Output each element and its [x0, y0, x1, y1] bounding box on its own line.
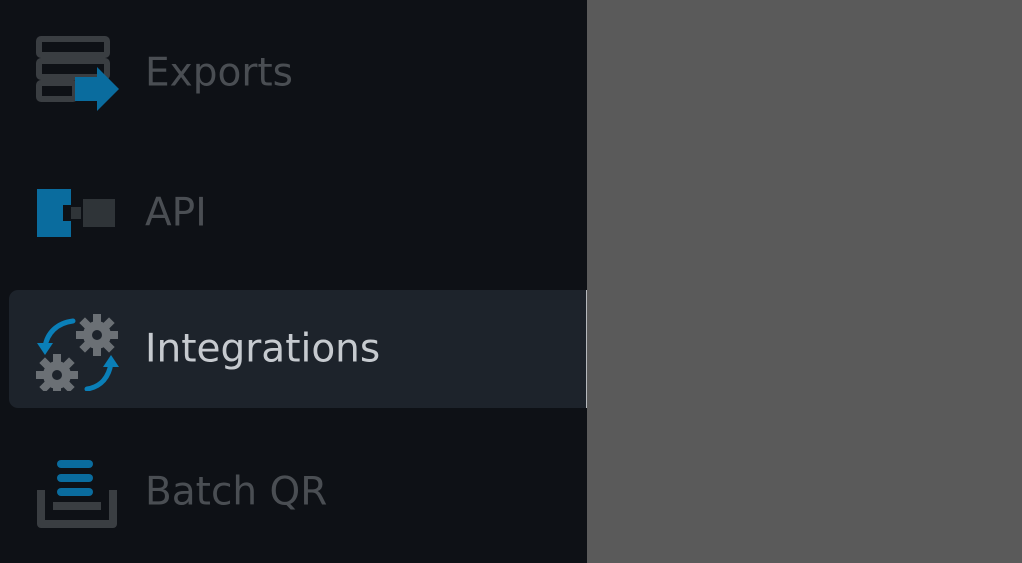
app-root: Exports API Integrations Batch QR	[0, 0, 1022, 563]
api-plug-icon	[35, 171, 119, 255]
integrations-gears-icon	[35, 307, 119, 391]
sidebar-menu: Exports API Integrations Batch QR	[0, 0, 598, 563]
modal-backdrop-overlay[interactable]	[587, 0, 1022, 563]
sidebar-item-label: Batch QR	[145, 469, 328, 515]
sidebar-item-api[interactable]: API	[9, 154, 598, 272]
sidebar-item-exports[interactable]: Exports	[9, 14, 598, 132]
exports-icon	[35, 31, 119, 115]
sidebar-item-label: API	[145, 190, 207, 236]
sidebar-item-label: Exports	[145, 50, 293, 96]
batch-stack-icon	[35, 450, 119, 534]
sidebar-item-batch-qr[interactable]: Batch QR	[9, 433, 598, 551]
sidebar-item-integrations[interactable]: Integrations	[9, 290, 598, 408]
sidebar-item-label: Integrations	[145, 326, 381, 372]
